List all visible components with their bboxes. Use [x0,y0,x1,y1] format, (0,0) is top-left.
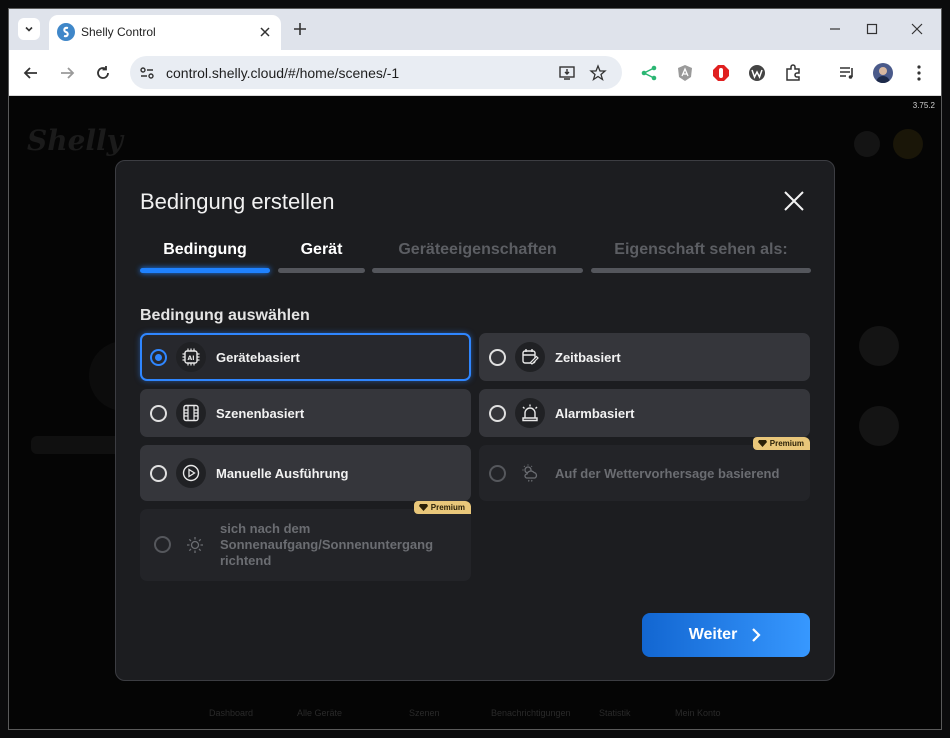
svg-text:AI: AI [188,355,195,362]
next-button-label: Weiter [688,626,738,643]
section-title: Bedingung auswählen [140,307,310,324]
tab-strip: Shelly Control [9,9,941,50]
shelly-logo: Shelly [27,124,123,157]
browser-tab[interactable]: Shelly Control [49,15,281,50]
option-label: Gerätebasiert [216,350,300,365]
play-circle-icon [176,458,206,488]
dialog-title: Bedingung erstellen [140,189,335,214]
sun-gear-icon [180,530,210,560]
minimize-icon[interactable] [827,21,843,37]
tab-search-button[interactable] [18,18,40,40]
radio-button[interactable] [150,405,167,422]
diamond-icon [418,504,428,511]
option-geraetebasiert[interactable]: AI Gerätebasiert [140,333,471,381]
chevron-down-icon [25,26,33,32]
close-tab-icon[interactable] [257,24,273,40]
bg-nav-statistics: Statistik [599,708,631,718]
angular-extension-icon[interactable] [675,63,695,83]
chevron-right-icon [752,628,761,642]
radio-button-disabled [489,465,506,482]
create-condition-dialog: Bedingung erstellen Bedingung Gerät Gerä… [115,160,835,681]
extensions-puzzle-icon[interactable] [783,63,803,83]
bg-nav-devices: Alle Geräte [297,708,343,718]
step-bedingung: Bedingung [163,241,247,258]
option-wettervorhersage: Premium Auf der Wettervorhersage basiere… [479,437,810,501]
bg-nav-dashboard: Dashboard [209,708,254,718]
bg-notification-icon [854,131,880,157]
option-label: sich nach dem Sonnenaufgang/Sonnenunterg… [220,521,434,568]
bg-device-icon [859,406,899,446]
bg-device-icon [859,326,899,366]
browser-menu-icon[interactable] [909,63,929,83]
media-control-icon[interactable] [837,63,857,83]
app-version: 3.75.2 [912,101,935,110]
option-szenenbasiert[interactable]: Szenenbasiert [140,389,471,437]
ai-chip-icon: AI [176,342,206,372]
tab-title: Shelly Control [81,25,156,39]
option-label: Auf der Wettervorhersage basierend [555,466,780,481]
film-icon [176,398,206,428]
page-content: 3.75.2 Shelly Dashboard Alle Geräte Szen… [9,96,941,729]
maximize-icon[interactable] [864,21,880,37]
install-app-icon[interactable] [558,64,576,82]
user-avatar-icon [876,67,890,83]
radio-button[interactable] [489,349,506,366]
radio-button[interactable] [150,465,167,482]
radio-button[interactable] [489,405,506,422]
bg-nav-account: Mein Konto [675,708,721,718]
url-text: control.shelly.cloud/#/home/scenes/-1 [166,65,400,81]
step-progress-3 [372,268,583,273]
forward-icon[interactable] [57,63,77,83]
option-label: Alarmbasiert [555,406,635,421]
radio-button-disabled [154,536,171,553]
new-tab-icon[interactable] [291,20,309,38]
profile-avatar[interactable] [873,63,893,83]
close-icon[interactable] [782,189,806,213]
bg-nav-notifications: Benachrichtigungen [491,708,571,718]
option-sonnenaufgang: Premium sich nach dem Sonnenaufgang/Sonn… [140,501,471,581]
siren-icon [515,398,545,428]
w-extension-icon[interactable] [747,63,767,83]
calendar-edit-icon [515,342,545,372]
option-zeitbasiert[interactable]: Zeitbasiert [479,333,810,381]
radio-button-checked[interactable] [150,349,167,366]
step-progress-2 [278,268,365,273]
browser-toolbar: control.shelly.cloud/#/home/scenes/-1 [9,50,941,96]
site-settings-icon[interactable] [138,64,156,82]
option-manuelle-ausfuehrung[interactable]: Manuelle Ausführung [140,445,471,501]
back-icon[interactable] [21,63,41,83]
option-alarmbasiert[interactable]: Alarmbasiert [479,389,810,437]
close-window-icon[interactable] [909,21,925,37]
diamond-icon [757,440,767,447]
adblock-extension-icon[interactable] [711,63,731,83]
bookmark-star-icon[interactable] [589,64,607,82]
step-progress-4 [591,268,811,273]
shelly-favicon-icon [57,23,75,41]
weather-icon [515,458,545,488]
option-label: Manuelle Ausführung [216,466,349,481]
option-label: Szenenbasiert [216,406,305,421]
option-label: Zeitbasiert [555,350,621,365]
browser-window: Shelly Control control.shelly.cloud/#/ho… [8,8,942,730]
bg-user-icon [893,129,923,159]
share-icon[interactable] [639,63,659,83]
next-button[interactable]: Weiter [642,613,810,657]
bg-nav-scenes: Szenen [409,708,440,718]
address-bar[interactable]: control.shelly.cloud/#/home/scenes/-1 [130,56,622,89]
premium-badge: Premium [752,437,810,450]
step-geraeteeigenschaften: Geräteeigenschaften [398,241,557,258]
step-progress-1 [140,268,270,273]
premium-badge: Premium [413,501,471,514]
step-eigenschaft-sehen-als: Eigenschaft sehen als: [614,241,788,258]
reload-icon[interactable] [93,63,113,83]
step-geraet: Gerät [300,241,343,258]
